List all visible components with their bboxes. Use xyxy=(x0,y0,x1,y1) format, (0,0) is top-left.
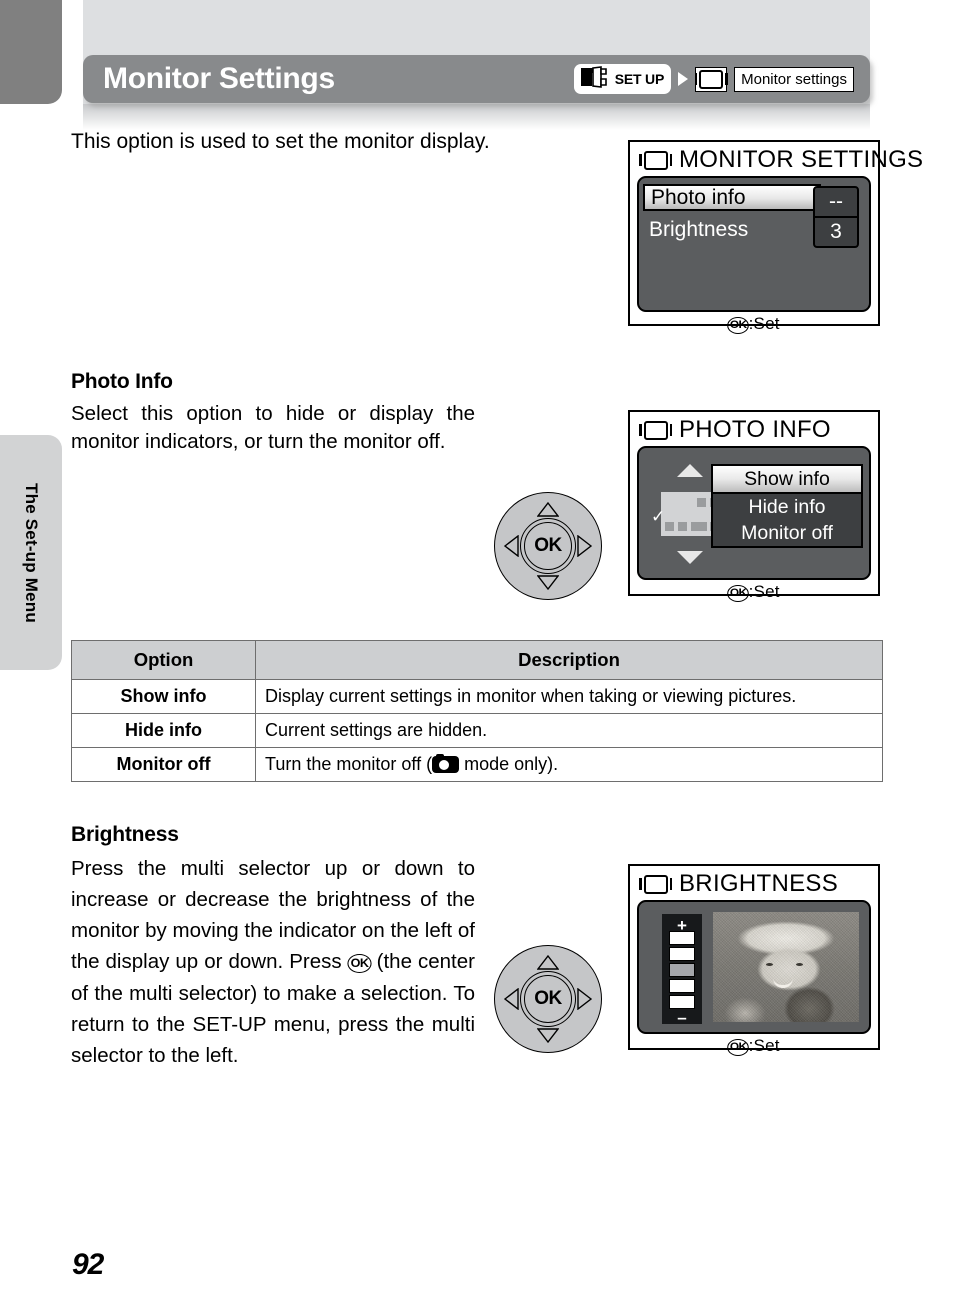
menu-value-column: -- 3 xyxy=(813,186,859,248)
breadcrumb: SET UP Monitor settings xyxy=(573,64,854,94)
lcd-title-row: BRIGHTNESS xyxy=(630,866,878,900)
brightness-cell xyxy=(669,931,695,945)
breadcrumb-setup-chip: SET UP xyxy=(573,64,672,94)
lcd-screen-area: ✓ Show info Hide info Monitor off xyxy=(637,446,871,580)
intro-paragraph: This option is used to set the monitor d… xyxy=(71,130,490,153)
checkmark-icon: ✓ xyxy=(651,507,666,526)
table-header-row: Option Description xyxy=(71,640,883,680)
menu-value-brightness: 3 xyxy=(815,216,857,246)
table-cell-option: Show info xyxy=(71,679,256,714)
lcd-title-text: MONITOR SETTINGS xyxy=(679,146,924,173)
option-monitor-off[interactable]: Monitor off xyxy=(713,520,861,546)
monitor-icon xyxy=(639,150,672,170)
lcd-monitor-settings: MONITOR SETTINGS Photo info Brightness -… xyxy=(628,140,923,334)
lcd-title-text: PHOTO INFO xyxy=(679,416,831,443)
ok-button[interactable]: OK xyxy=(524,975,572,1023)
ok-button-icon: OK xyxy=(727,317,750,334)
multi-selector-photo-info[interactable]: OK xyxy=(494,492,602,600)
ok-button[interactable]: OK xyxy=(524,522,572,570)
brightness-scale[interactable]: + – xyxy=(662,914,702,1027)
lcd-footer-text: :Set xyxy=(748,1036,780,1055)
brightness-sample-photo xyxy=(713,912,859,1022)
ok-button-icon: OK xyxy=(727,1039,750,1056)
section-heading-brightness: Brightness xyxy=(71,823,179,846)
photo-info-option-list: Show info Hide info Monitor off xyxy=(711,464,863,548)
page-number: 92 xyxy=(72,1248,104,1281)
lcd-footer-text: :Set xyxy=(748,314,780,333)
lcd-footer: OK:Set xyxy=(630,1034,878,1059)
plus-icon: + xyxy=(677,916,687,935)
breadcrumb-target-label: Monitor settings xyxy=(734,66,854,92)
lcd-screen-area: Photo info Brightness -- 3 xyxy=(637,176,871,312)
option-hide-info[interactable]: Hide info xyxy=(713,494,861,520)
monitor-icon xyxy=(639,874,672,894)
triangle-down-icon[interactable] xyxy=(537,575,559,590)
table-cell-option: Monitor off xyxy=(71,747,256,782)
table-header-description: Description xyxy=(255,640,883,680)
options-table: Option Description Show info Display cur… xyxy=(71,640,883,782)
description-part2: mode only). xyxy=(459,754,559,774)
minus-icon: – xyxy=(677,1008,687,1027)
table-cell-description: Current settings are hidden. xyxy=(255,713,883,748)
triangle-up-icon xyxy=(677,464,703,477)
lcd-footer: OK:Set xyxy=(630,580,878,605)
triangle-right-icon[interactable] xyxy=(577,988,592,1010)
menu-item-brightness[interactable]: Brightness xyxy=(643,216,754,243)
brightness-cell xyxy=(669,947,695,961)
section-heading-photo-info: Photo Info xyxy=(71,370,173,393)
lcd-footer-text: :Set xyxy=(748,582,780,601)
corner-tab-marker xyxy=(0,0,62,104)
description-part1: Turn the monitor off ( xyxy=(265,754,433,774)
ok-button-icon: OK xyxy=(347,953,372,973)
photo-detail xyxy=(796,962,804,966)
monitor-glyph xyxy=(694,69,728,89)
photo-grain xyxy=(713,912,859,1022)
triangle-up-icon[interactable] xyxy=(537,502,559,517)
lcd-footer: OK:Set xyxy=(630,312,878,337)
lcd-photo-info: PHOTO INFO ✓ Show info Hide info Monitor… xyxy=(628,410,880,602)
page-title: Monitor Settings xyxy=(103,62,335,95)
lcd-title-row: PHOTO INFO xyxy=(630,412,878,446)
lcd-title-row: MONITOR SETTINGS xyxy=(630,142,923,176)
brightness-scale-cells xyxy=(669,931,695,1009)
monitor-icon xyxy=(694,66,728,92)
photo-detail xyxy=(765,962,773,966)
page-header-bar: Monitor Settings SET UP Monitor settings xyxy=(83,55,870,103)
lcd-brightness: BRIGHTNESS + – OK:Set xyxy=(628,864,880,1056)
triangle-left-icon[interactable] xyxy=(504,988,519,1010)
multi-selector-brightness[interactable]: OK xyxy=(494,945,602,1053)
camera-mode-icon xyxy=(432,753,460,773)
table-cell-description: Turn the monitor off ( mode only). xyxy=(255,747,883,782)
table-cell-description: Display current settings in monitor when… xyxy=(255,679,883,714)
table-header-option: Option xyxy=(71,640,256,680)
setup-menu-icon xyxy=(579,65,613,93)
sidebar-chapter-tab: The Set-up Menu xyxy=(0,435,62,670)
triangle-up-icon[interactable] xyxy=(537,955,559,970)
table-row: Hide info Current settings are hidden. xyxy=(71,713,883,748)
triangle-down-icon[interactable] xyxy=(537,1028,559,1043)
brightness-cell xyxy=(669,979,695,993)
menu-value-photo-info: -- xyxy=(829,190,843,213)
triangle-left-icon[interactable] xyxy=(504,535,519,557)
triangle-right-icon[interactable] xyxy=(577,535,592,557)
setup-label: SET UP xyxy=(614,71,665,87)
menu-item-label: Photo info xyxy=(643,184,821,211)
brightness-cell xyxy=(669,995,695,1009)
brightness-cell-active xyxy=(669,963,695,977)
sidebar-chapter-label: The Set-up Menu xyxy=(22,482,41,623)
breadcrumb-arrow-icon xyxy=(678,72,689,86)
lcd-title-text: BRIGHTNESS xyxy=(679,870,839,897)
table-cell-option: Hide info xyxy=(71,713,256,748)
section-body-photo-info: Select this option to hide or display th… xyxy=(71,402,475,454)
menu-item-label: Brightness xyxy=(649,217,749,241)
ok-button-icon: OK xyxy=(727,585,750,602)
triangle-down-icon xyxy=(677,551,703,564)
monitor-icon xyxy=(639,420,672,440)
menu-item-photo-info[interactable]: Photo info xyxy=(643,184,834,211)
option-show-info[interactable]: Show info xyxy=(713,466,861,494)
lcd-screen-area: + – xyxy=(637,900,871,1034)
table-row: Monitor off Turn the monitor off ( mode … xyxy=(71,747,883,782)
section-body-brightness: Press the multi selector up or down to i… xyxy=(71,853,475,1071)
table-row: Show info Display current settings in mo… xyxy=(71,679,883,714)
